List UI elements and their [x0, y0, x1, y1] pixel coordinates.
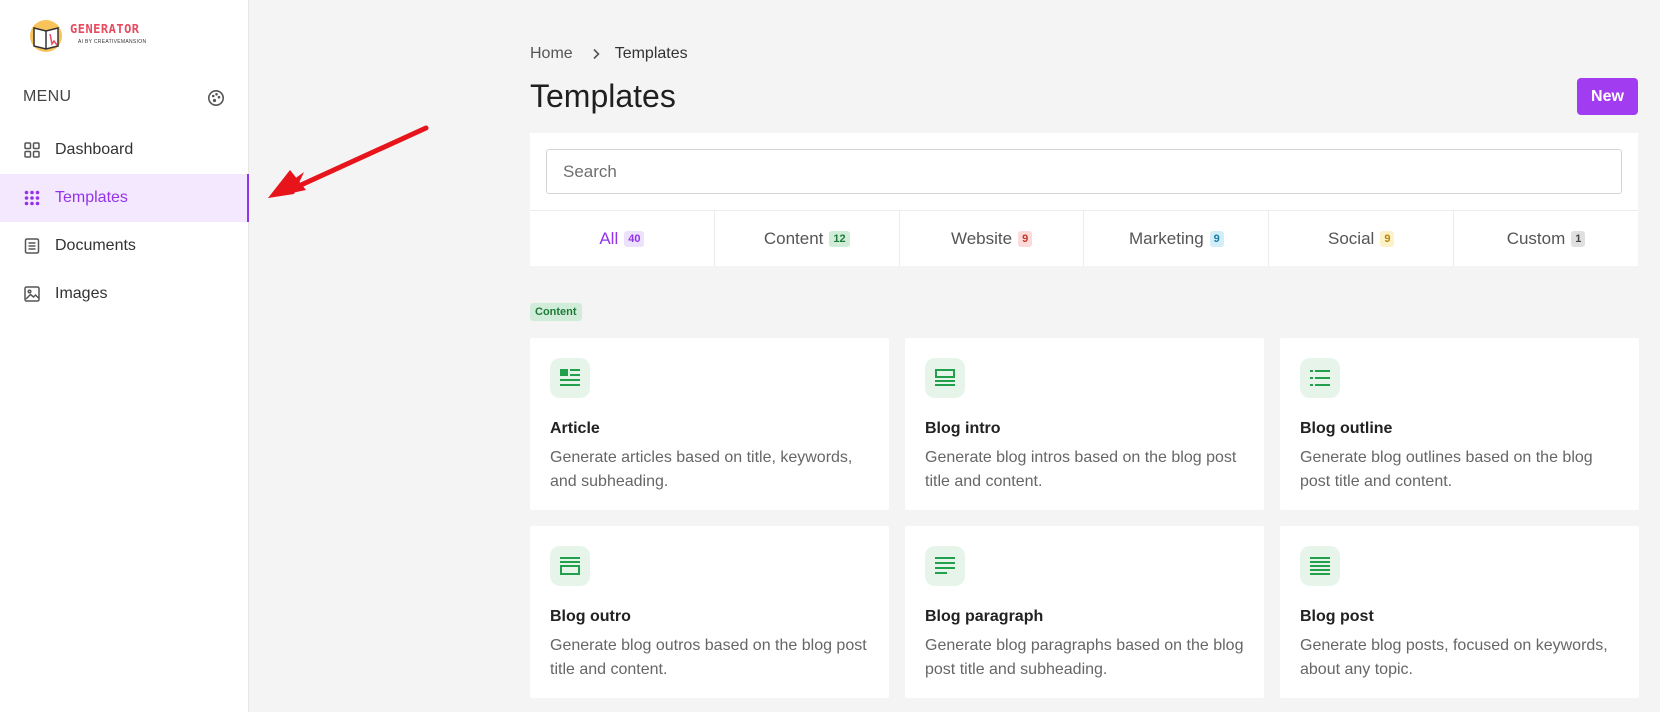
article-icon — [550, 358, 590, 398]
template-card-blog-paragraph[interactable]: Blog paragraph Generate blog paragraphs … — [905, 526, 1264, 698]
breadcrumb: Home Templates — [530, 45, 688, 63]
tab-label: Website — [950, 228, 1013, 248]
card-description: Generate articles based on title, keywor… — [550, 449, 853, 490]
filter-panel: All 40 Content 12 Website 9 Marketing 9 … — [530, 133, 1638, 266]
grid-icon — [23, 141, 41, 159]
new-button[interactable]: New — [1577, 78, 1638, 115]
card-title: Blog post — [1300, 608, 1374, 625]
card-title: Blog outline — [1300, 420, 1393, 437]
count-badge: 9 — [1380, 230, 1395, 247]
sidebar-item-label: Images — [55, 285, 108, 302]
logo-subtitle: AI BY CREATIVEMANSION — [78, 39, 147, 45]
count-badge: 9 — [1018, 230, 1033, 247]
count-badge: 12 — [829, 230, 850, 247]
dots-grid-icon — [23, 189, 41, 207]
template-card-blog-outline[interactable]: Blog outline Generate blog outlines base… — [1280, 338, 1639, 510]
tab-custom[interactable]: Custom 1 — [1454, 211, 1638, 266]
count-badge: 9 — [1209, 230, 1224, 247]
card-title: Blog paragraph — [925, 608, 1044, 625]
sidebar-item-images[interactable]: Images — [0, 270, 249, 318]
tab-all[interactable]: All 40 — [530, 211, 715, 266]
card-title: Blog intro — [925, 420, 1001, 437]
tab-website[interactable]: Website 9 — [900, 211, 1085, 266]
logo-wordmark: GENERATOR — [70, 22, 140, 36]
tab-social[interactable]: Social 9 — [1269, 211, 1455, 266]
sidebar-item-label: Templates — [55, 189, 128, 206]
paragraph-icon — [925, 546, 965, 586]
card-title: Blog outro — [550, 608, 631, 625]
tab-label: Social — [1328, 228, 1375, 248]
tab-label: Content — [763, 228, 824, 248]
template-card-article[interactable]: Article Generate articles based on title… — [530, 338, 889, 510]
sidebar-item-dashboard[interactable]: Dashboard — [0, 126, 249, 174]
sidebar: GENERATOR AI BY CREATIVEMANSION MENU Das… — [0, 0, 249, 712]
card-description: Generate blog paragraphs based on the bl… — [925, 637, 1244, 678]
card-description: Generate blog intros based on the blog p… — [925, 449, 1237, 490]
menu-title: MENU — [23, 88, 72, 105]
card-description: Generate blog outlines based on the blog… — [1300, 449, 1593, 490]
tab-content[interactable]: Content 12 — [715, 211, 900, 266]
breadcrumb-current: Templates — [614, 45, 688, 62]
card-description: Generate blog outros based on the blog p… — [550, 637, 867, 678]
breadcrumb-home[interactable]: Home — [530, 45, 573, 63]
sidebar-item-label: Documents — [55, 237, 136, 254]
count-badge: 40 — [624, 230, 645, 247]
text-lines-icon — [1300, 546, 1340, 586]
book-logo-icon — [30, 20, 62, 52]
palette-icon[interactable] — [207, 89, 225, 107]
list-icon — [1300, 358, 1340, 398]
red-arrow-annotation — [268, 125, 429, 198]
search-input[interactable] — [546, 149, 1622, 194]
tab-label: All — [599, 228, 619, 248]
blog-intro-icon — [925, 358, 965, 398]
sidebar-nav: Dashboard Templates Documents Images — [0, 126, 249, 318]
card-title: Article — [550, 420, 600, 437]
tab-label: Marketing — [1129, 228, 1204, 248]
chevron-right-icon — [593, 48, 600, 60]
document-icon — [23, 237, 41, 255]
blog-outro-icon — [550, 546, 590, 586]
card-description: Generate blog posts, focused on keywords… — [1300, 637, 1608, 678]
template-card-blog-outro[interactable]: Blog outro Generate blog outros based on… — [530, 526, 889, 698]
sidebar-item-label: Dashboard — [55, 141, 134, 158]
template-card-blog-post[interactable]: Blog post Generate blog posts, focused o… — [1280, 526, 1639, 698]
tab-label: Custom — [1506, 228, 1566, 248]
page-title: Templates — [530, 78, 676, 114]
sidebar-item-templates[interactable]: Templates — [0, 174, 249, 222]
template-card-blog-intro[interactable]: Blog intro Generate blog intros based on… — [905, 338, 1264, 510]
section-label-content: Content — [530, 303, 582, 321]
logo[interactable]: GENERATOR AI BY CREATIVEMANSION — [28, 16, 158, 56]
tab-marketing[interactable]: Marketing 9 — [1084, 211, 1270, 266]
image-icon — [23, 285, 41, 303]
count-badge: 1 — [1571, 230, 1586, 247]
sidebar-item-documents[interactable]: Documents — [0, 222, 249, 270]
category-tabs: All 40 Content 12 Website 9 Marketing 9 … — [530, 210, 1638, 266]
template-grid: Article Generate articles based on title… — [530, 338, 1639, 698]
